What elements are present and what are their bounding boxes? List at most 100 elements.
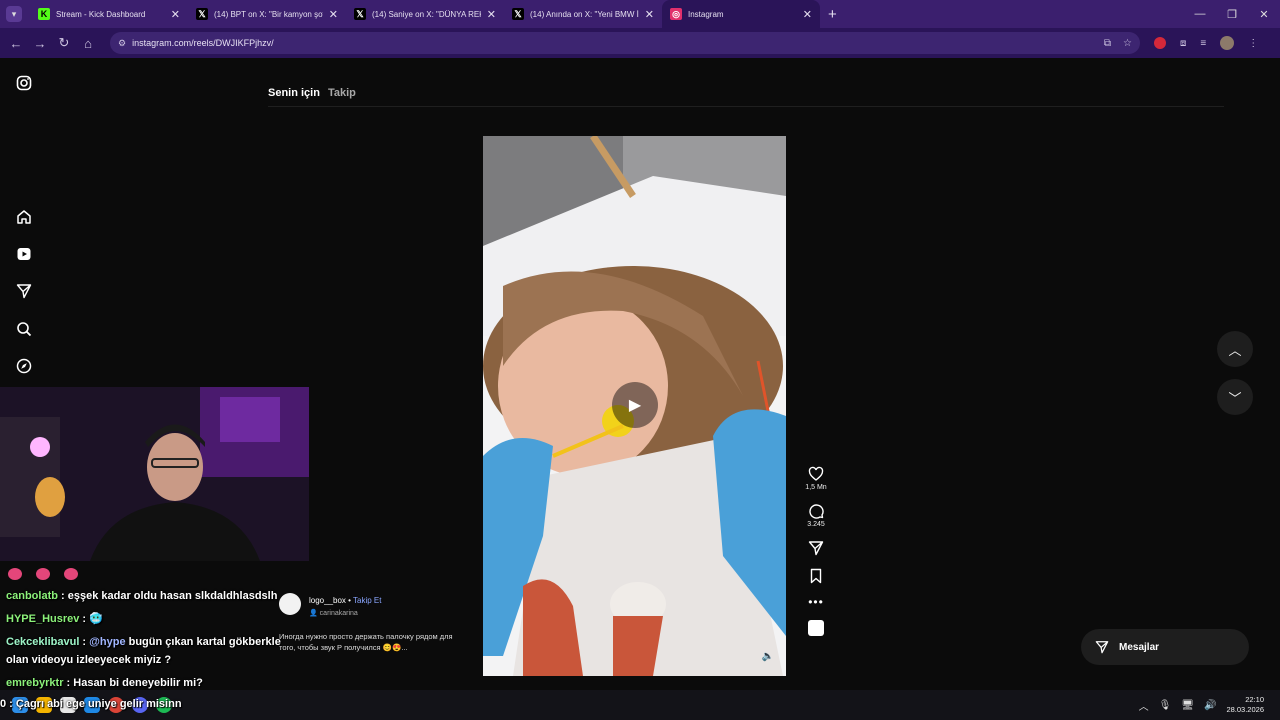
close-tab-icon[interactable]: ✕ [329,8,338,21]
chat-username: canbolatb [6,590,58,602]
audio-logo-icon [808,620,824,636]
restore-button[interactable]: ❐ [1216,8,1248,21]
like-action[interactable]: 1,5 Mn [800,466,832,491]
browser-tab[interactable]: 𝕏 (14) BPT on X: "Bir kamyon şoför ✕ [188,0,346,28]
next-reel-button[interactable]: ﹀ [1217,379,1253,415]
chat-message: Cekceklibavul : @hype bugün çıkan kartal… [6,636,281,648]
chat-message: emrebyrktr : Hasan bi deneyebilir mi? [6,677,203,689]
feed-divider [268,106,1224,107]
browser-titlebar: ▾ K Stream - Kick Dashboard ✕ 𝕏 (14) BPT on … [0,0,1280,28]
home-icon[interactable] [15,208,33,226]
profile-avatar[interactable] [1220,36,1235,50]
tab-title: Instagram [688,9,724,19]
play-button[interactable]: ▶ [612,382,658,428]
bookmark-icon [810,568,822,584]
bookmark-star-icon[interactable]: ☆ [1123,38,1132,49]
kick-icon: K [38,8,50,20]
like-count: 1,5 Mn [805,484,827,491]
tab-title: (14) Saniye on X: "DÜNYA REKO [372,9,481,19]
chat-text: : [79,636,90,648]
reload-button[interactable]: ↻ [52,35,76,51]
feed-tabs: Senin için Takip [268,87,356,99]
reels-icon[interactable] [15,245,33,263]
url-bar[interactable]: ⚙ instagram.com/reels/DWJIKFPjhzv/ ⧉ ☆ [110,32,1140,54]
close-tab-icon[interactable]: ✕ [645,8,654,21]
messages-label: Mesajlar [1119,641,1160,653]
heart-badge-icon [36,568,50,580]
windows-taskbar: ︿ 🎙 🖥 🔊 22:10 28.03.2026 [0,690,1280,720]
home-button[interactable]: ⌂ [76,36,100,51]
comment-icon [809,504,824,519]
browser-tab[interactable]: ◎ Instagram ✕ [662,0,820,28]
browser-tab[interactable]: K Stream - Kick Dashboard ✕ [30,0,188,28]
chat-text: : 🥶 [79,613,103,625]
address-bar-row: ← → ↻ ⌂ ⚙ instagram.com/reels/DWJIKFPjhz… [0,28,1280,58]
stream-ticker: 0 : Çagrı abi ege uniye gelir misinn [0,698,182,710]
share-action[interactable] [800,540,832,556]
chat-username: HYPE_Husrev [6,613,80,625]
url-text: instagram.com/reels/DWJIKFPjhzv/ [132,38,274,48]
network-icon[interactable]: 🖥 [1181,700,1194,711]
tab-title: (14) BPT on X: "Bir kamyon şoför [214,9,323,19]
close-tab-icon[interactable]: ✕ [171,8,180,21]
chat-text: olan videoyu izleeyecek miyiz ? [6,654,172,666]
clock-date: 28.03.2026 [1226,705,1264,714]
direct-messages-icon[interactable] [15,282,33,300]
close-tab-icon[interactable]: ✕ [487,8,496,21]
tab-following[interactable]: Takip [328,87,356,99]
author-separator: • [345,596,354,605]
explore-compass-icon[interactable] [15,357,33,375]
reel-video[interactable]: ▶ 🔈 [483,136,786,676]
search-icon[interactable] [15,320,33,338]
send-icon [1095,641,1109,654]
heart-badge-icon [64,568,78,580]
previous-reel-button[interactable]: ︿ [1217,331,1253,367]
chat-message: canbolatb : eşşek kadar oldu hasan slkda… [6,590,277,602]
extension-icon[interactable] [1154,37,1166,49]
messages-button[interactable]: Mesajlar [1081,629,1249,665]
browser-tab[interactable]: 𝕏 (14) Saniye on X: "DÜNYA REKO ✕ [346,0,504,28]
microphone-icon[interactable]: 🎙 [1159,700,1172,711]
browser-tab[interactable]: 𝕏 (14) Anında on X: "Yeni BMW İS ✕ [504,0,662,28]
x-icon: 𝕏 [512,8,524,20]
volume-icon[interactable]: 🔊 [1204,700,1216,711]
new-tab-button[interactable]: + [828,6,837,23]
webcam-feed [0,387,309,561]
close-window-button[interactable]: ✕ [1248,8,1280,21]
chat-text: : eşşek kadar oldu hasan slkdaldhlasdslh [57,590,278,602]
more-options[interactable]: ••• [800,596,832,608]
chat-mention: @hype [89,636,126,648]
reel-actions: 1,5 Mn 3.245 ••• [800,466,832,648]
instagram-logo-icon[interactable] [15,74,33,92]
forward-button[interactable]: → [28,36,52,51]
minimize-button[interactable]: — [1184,8,1216,20]
chat-username: Cekceklibavul [6,636,80,648]
save-action[interactable] [800,568,832,584]
install-app-icon[interactable]: ⧉ [1104,38,1111,49]
extensions-puzzle-icon[interactable]: ⧈ [1180,38,1186,49]
heart-badge-icon [8,568,22,580]
comment-count: 3.245 [807,521,825,528]
system-clock[interactable]: 22:10 28.03.2026 [1226,695,1264,715]
chat-message: HYPE_Husrev : 🥶 [6,612,103,625]
chat-text: : Hasan bi deneyebilir mi? [63,677,203,689]
tab-for-you[interactable]: Senin için [268,87,320,99]
chat-text: bugün çıkan kartal gökberkle [125,636,281,648]
x-icon: 𝕏 [196,8,208,20]
comment-action[interactable]: 3.245 [800,503,832,528]
tab-title: (14) Anında on X: "Yeni BMW İS [530,9,639,19]
audio-thumbnail[interactable] [800,620,832,636]
back-button[interactable]: ← [4,36,28,51]
close-tab-icon[interactable]: ✕ [803,8,812,21]
follow-button[interactable]: Takip Et [353,596,381,605]
tab-search-button[interactable]: ▾ [6,6,22,22]
browser-menu-icon[interactable]: ⋮ [1248,38,1258,49]
share-icon [808,541,824,556]
site-info-icon[interactable]: ⚙ [118,38,126,49]
mute-icon[interactable]: 🔈 [762,651,774,662]
tray-overflow-icon[interactable]: ︿ [1139,698,1149,713]
audio-name: carinakarina [319,610,358,617]
clock-time: 22:10 [1245,695,1264,704]
more-dots-icon: ••• [808,595,824,609]
media-controls-icon[interactable]: ≡ [1200,38,1206,49]
